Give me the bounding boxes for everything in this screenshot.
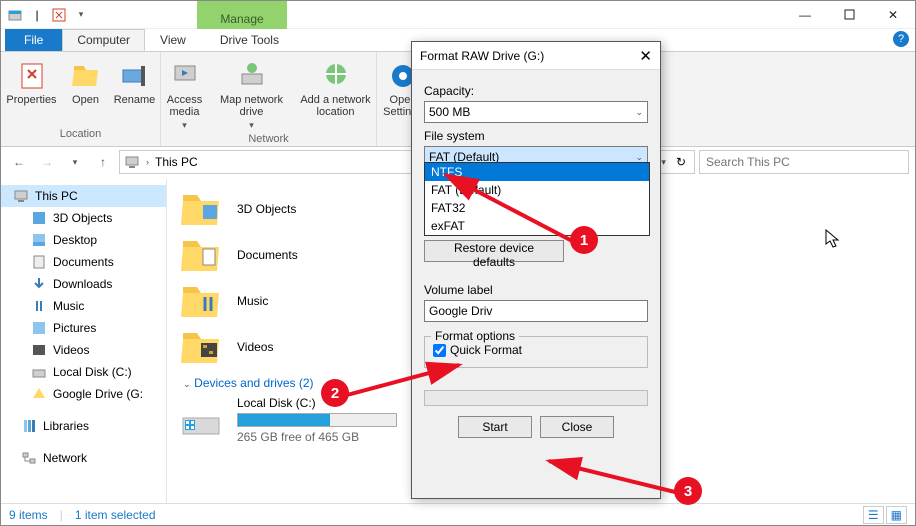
ribbon-group-network: Network (248, 131, 288, 147)
sidebar-item[interactable]: 3D Objects (1, 207, 166, 229)
status-bar: 9 items | 1 item selected ☰ ▦ (1, 503, 915, 525)
ribbon-context-label: Manage (197, 1, 287, 29)
ribbon-map-drive-label: Map network drive (214, 94, 290, 118)
nav-back-icon[interactable]: ← (7, 150, 31, 174)
volume-label-input[interactable] (424, 300, 648, 322)
format-dialog: Format RAW Drive (G:) ✕ Capacity: 500 MB… (411, 41, 661, 499)
sidebar-item[interactable]: Music (1, 295, 166, 317)
view-large-icon[interactable]: ▦ (886, 506, 907, 524)
close-button[interactable]: Close (540, 416, 614, 438)
sidebar-item[interactable]: Pictures (1, 317, 166, 339)
sidebar: This PC 3D Objects Desktop Documents Dow… (1, 179, 167, 503)
annotation-arrow-3 (539, 453, 689, 503)
ribbon-access-media[interactable]: Access media▾ (162, 56, 208, 131)
maximize-button[interactable] (827, 1, 871, 29)
sidebar-item[interactable]: Desktop (1, 229, 166, 251)
filesystem-label: File system (424, 129, 648, 143)
status-item-count: 9 items (9, 508, 48, 522)
pc-icon (124, 154, 140, 170)
qat-dropdown-icon[interactable]: ▾ (71, 5, 91, 25)
sidebar-item[interactable]: Documents (1, 251, 166, 273)
sidebar-libraries[interactable]: Libraries (1, 415, 166, 437)
search-box[interactable] (699, 150, 909, 174)
volume-label-label: Volume label (424, 283, 648, 297)
sidebar-item[interactable]: Google Drive (G: (1, 383, 166, 405)
ribbon-add-location[interactable]: Add a network location (296, 56, 376, 118)
titlebar: | ▾ This PC — ✕ (1, 1, 915, 29)
annotation-badge-1: 1 (570, 226, 598, 254)
ribbon-rename-label: Rename (114, 94, 156, 106)
sidebar-network[interactable]: Network (1, 447, 166, 469)
sidebar-item[interactable]: Videos (1, 339, 166, 361)
qat-separator: | (27, 5, 47, 25)
drive-usage-bar (237, 413, 397, 427)
sidebar-this-pc-label: This PC (35, 189, 78, 203)
format-options-label: Format options (431, 329, 519, 343)
tab-computer[interactable]: Computer (62, 29, 145, 51)
ribbon-rename[interactable]: Rename (112, 56, 158, 106)
qat-properties-icon[interactable] (49, 5, 69, 25)
drive-free-space: 265 GB free of 465 GB (237, 430, 397, 444)
cursor-icon (825, 229, 841, 254)
minimize-button[interactable]: — (783, 1, 827, 29)
sidebar-item[interactable]: Local Disk (C:) (1, 361, 166, 383)
ribbon-properties-label: Properties (6, 94, 56, 106)
close-button[interactable]: ✕ (871, 1, 915, 29)
ribbon-open[interactable]: Open (66, 56, 106, 106)
nav-forward-icon[interactable]: → (35, 150, 59, 174)
ribbon-add-location-label: Add a network location (296, 94, 376, 118)
refresh-icon[interactable]: ↻ (672, 155, 690, 169)
quick-format-row[interactable]: Quick Format (433, 343, 639, 357)
help-icon[interactable]: ? (893, 31, 909, 47)
annotation-badge-3: 3 (674, 477, 702, 505)
sidebar-item[interactable]: Downloads (1, 273, 166, 295)
dialog-title: Format RAW Drive (G:) (420, 49, 544, 63)
view-details-icon[interactable]: ☰ (863, 506, 884, 524)
tab-file[interactable]: File (5, 29, 62, 51)
capacity-label: Capacity: (424, 84, 648, 98)
nav-history-icon[interactable]: ▾ (63, 150, 87, 174)
status-selected: 1 item selected (75, 508, 156, 522)
sidebar-this-pc[interactable]: This PC (1, 185, 166, 207)
app-icon (5, 5, 25, 25)
annotation-badge-2: 2 (321, 379, 349, 407)
ribbon-group-location: Location (60, 126, 102, 142)
nav-up-icon[interactable]: ↑ (91, 150, 115, 174)
tab-view[interactable]: View (145, 29, 201, 51)
ribbon-open-label: Open (72, 94, 99, 106)
annotation-arrow-2 (341, 359, 471, 409)
dialog-close-icon[interactable]: ✕ (639, 47, 652, 65)
capacity-select[interactable]: 500 MB⌄ (424, 101, 648, 123)
quick-format-checkbox[interactable] (433, 344, 446, 357)
ribbon-access-media-label: Access media (162, 94, 208, 118)
search-input[interactable] (706, 155, 902, 169)
start-button[interactable]: Start (458, 416, 532, 438)
ribbon-properties[interactable]: Properties (4, 56, 60, 106)
annotation-arrow-1 (431, 165, 591, 255)
ribbon-map-drive[interactable]: Map network drive▾ (214, 56, 290, 131)
